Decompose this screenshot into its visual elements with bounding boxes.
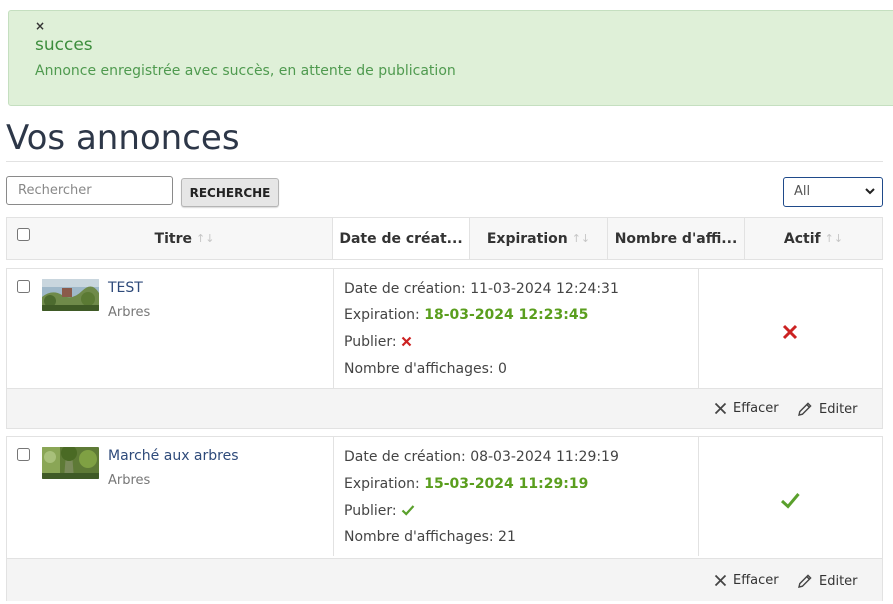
active-check-icon[interactable] bbox=[779, 489, 801, 511]
close-icon bbox=[714, 402, 727, 415]
sort-icon: ↑↓ bbox=[824, 232, 844, 245]
listing-title-link[interactable]: Marché aux arbres bbox=[108, 448, 239, 464]
column-header-expiration[interactable]: Expiration ↑↓ bbox=[469, 218, 607, 259]
publish-status: Publier: bbox=[344, 503, 415, 519]
view-count: Nombre d'affichages: 0 bbox=[344, 361, 507, 377]
sort-icon: ↑↓ bbox=[196, 232, 215, 245]
check-icon bbox=[401, 505, 415, 516]
pencil-icon bbox=[798, 402, 812, 416]
column-header-title[interactable]: Titre ↑↓ bbox=[37, 218, 332, 259]
row-actions: Effacer Editer bbox=[7, 558, 882, 601]
divider bbox=[698, 269, 699, 388]
view-count: Nombre d'affichages: 21 bbox=[344, 529, 516, 545]
inactive-cross-icon[interactable] bbox=[779, 321, 801, 343]
expiration-date: Expiration: 15-03-2024 11:29:19 bbox=[344, 476, 589, 492]
listing-thumbnail[interactable] bbox=[42, 279, 99, 311]
search-input[interactable] bbox=[6, 176, 173, 205]
divider bbox=[6, 161, 883, 162]
listing-title-link[interactable]: TEST bbox=[108, 280, 143, 296]
expiration-date: Expiration: 18-03-2024 12:23:45 bbox=[344, 307, 589, 323]
pencil-icon bbox=[798, 574, 812, 588]
row-actions: Effacer Editer bbox=[7, 388, 882, 428]
listing-thumbnail[interactable] bbox=[42, 447, 99, 479]
listing-category: Arbres bbox=[108, 305, 151, 320]
column-header-created[interactable]: Date de créat... bbox=[332, 218, 469, 259]
filter-selected-value: All bbox=[794, 184, 811, 199]
created-date: Date de création: 11-03-2024 12:24:31 bbox=[344, 281, 619, 297]
column-header-active[interactable]: Actif ↑↓ bbox=[744, 218, 882, 259]
close-icon[interactable]: × bbox=[35, 19, 45, 33]
listing-category: Arbres bbox=[108, 473, 151, 488]
delete-button[interactable]: Effacer bbox=[714, 401, 779, 416]
table-row: Marché aux arbres Arbres Date de créatio… bbox=[6, 436, 883, 601]
search-button[interactable]: RECHERCHE bbox=[181, 178, 279, 207]
sort-icon: ↑↓ bbox=[571, 232, 591, 245]
success-alert: × succes Annonce enregistrée avec succès… bbox=[8, 10, 893, 106]
table-row: TEST Arbres Date de création: 11-03-2024… bbox=[6, 268, 883, 429]
row-checkbox[interactable] bbox=[17, 280, 30, 293]
created-date: Date de création: 08-03-2024 11:29:19 bbox=[344, 449, 619, 465]
table-header: Titre ↑↓ Date de créat... Expiration ↑↓ No… bbox=[6, 217, 883, 260]
chevron-down-icon bbox=[865, 188, 875, 195]
edit-button[interactable]: Editer bbox=[797, 401, 858, 417]
column-header-views[interactable]: Nombre d'affi... bbox=[607, 218, 744, 259]
close-icon bbox=[714, 574, 727, 587]
status-filter-select[interactable]: All bbox=[783, 177, 883, 207]
cross-icon bbox=[401, 336, 412, 347]
divider bbox=[333, 269, 334, 388]
page-title: Vos annonces bbox=[6, 118, 240, 158]
alert-message: Annonce enregistrée avec succès, en atte… bbox=[35, 63, 456, 79]
row-checkbox[interactable] bbox=[17, 448, 30, 461]
divider bbox=[333, 437, 334, 556]
publish-status: Publier: bbox=[344, 334, 412, 350]
select-all-checkbox[interactable] bbox=[17, 228, 30, 241]
alert-title: succes bbox=[35, 35, 93, 55]
edit-button[interactable]: Editer bbox=[797, 573, 858, 589]
delete-button[interactable]: Effacer bbox=[714, 573, 779, 588]
divider bbox=[698, 437, 699, 556]
